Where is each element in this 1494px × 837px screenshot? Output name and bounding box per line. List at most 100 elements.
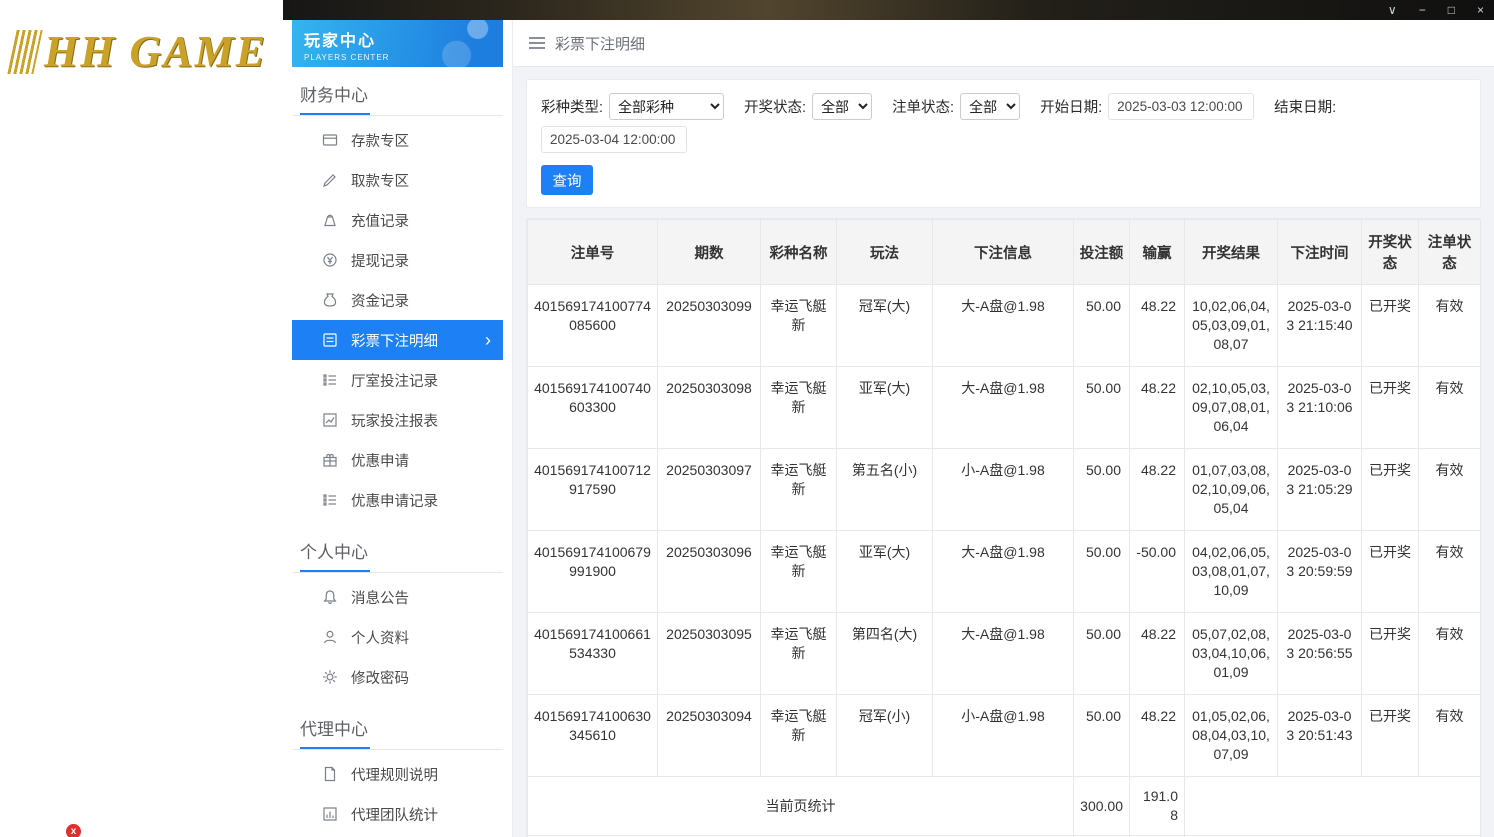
sidebar-item-promo-apply[interactable]: 优惠申请 — [292, 440, 503, 480]
sidebar-item-change-password[interactable]: 修改密码 — [292, 657, 503, 697]
table-row: 401569174100679991900 20250303096 幸运飞艇新 亚军(… — [527, 530, 1481, 613]
section-title-finance: 财务中心 — [292, 67, 503, 116]
table-cell: 幸运飞艇新 — [760, 284, 837, 367]
page-title: 彩票下注明细 — [555, 35, 646, 53]
moneybag-icon — [322, 292, 338, 308]
table-cell: 小-A盘@1.98 — [932, 694, 1074, 777]
card-icon — [322, 132, 338, 148]
column-header: 开奖状态 — [1361, 219, 1419, 285]
table-cell: 已开奖 — [1361, 448, 1419, 531]
table-row: 401569174100774085600 20250303099 幸运飞艇新 冠军(… — [527, 284, 1481, 367]
personal-menu: 消息公告个人资料修改密码 — [292, 573, 503, 701]
table-cell: 48.22 — [1129, 366, 1185, 449]
table-cell: 有效 — [1418, 694, 1481, 777]
sidebar-item-agent-team-stats[interactable]: 代理团队统计 — [292, 794, 503, 834]
table-cell: 幸运飞艇新 — [760, 530, 837, 613]
sidebar-item-label: 优惠申请 — [351, 453, 409, 470]
lottery-type-select[interactable]: 全部彩种 — [609, 93, 725, 120]
sidebar-item-withdraw-zone[interactable]: 取款专区 — [292, 160, 503, 200]
table-cell: 48.22 — [1129, 448, 1185, 531]
table-cell: 50.00 — [1073, 366, 1130, 449]
table-cell: 2025-03-03 21:05:29 — [1277, 448, 1362, 531]
start-date-input[interactable] — [1108, 93, 1255, 120]
window-titlebar: ∨ − □ × — [283, 0, 1494, 20]
table-cell: 亚军(大) — [836, 530, 933, 613]
page-body: 彩种类型: 全部彩种 开奖状态: 全部 注单状态: 全部 开始日期: 2025-… — [513, 67, 1494, 837]
rows-icon — [322, 372, 338, 388]
table-cell: 401569174100712917590 — [527, 448, 658, 531]
sidebar-item-lottery-bet-details[interactable]: 彩票下注明细 › — [292, 320, 503, 360]
sidebar-item-label: 取款专区 — [351, 173, 409, 190]
table-cell: 有效 — [1418, 530, 1481, 613]
table-cell: 50.00 — [1073, 530, 1130, 613]
sidebar-item-player-bet-report[interactable]: 玩家投注报表 — [292, 400, 503, 440]
column-header: 注单号 — [527, 219, 658, 285]
sidebar-item-label: 提现记录 — [351, 253, 409, 270]
minimize-button[interactable]: − — [1419, 4, 1426, 16]
draw-status-select[interactable]: 全部 — [812, 93, 873, 120]
error-close-icon[interactable]: x — [66, 824, 81, 837]
table-cell: 亚军(大) — [836, 366, 933, 449]
chevron-down-icon[interactable]: ∨ — [1388, 4, 1397, 16]
maximize-button[interactable]: □ — [1448, 4, 1455, 16]
summary-empty-cell — [1184, 776, 1481, 836]
table-cell: 20250303095 — [657, 612, 761, 695]
table-cell: -50.00 — [1129, 530, 1185, 613]
table-cell: 04,02,06,05,03,08,01,07,10,09 — [1184, 530, 1278, 613]
page-header: 彩票下注明细 — [513, 20, 1494, 67]
sidebar-item-messages[interactable]: 消息公告 — [292, 577, 503, 617]
table-cell: 20250303096 — [657, 530, 761, 613]
bet-status-select[interactable]: 全部 — [960, 93, 1021, 120]
logo-text: HH GAME — [44, 27, 268, 76]
sidebar-item-promo-apply-records[interactable]: 优惠申请记录 — [292, 480, 503, 520]
column-header: 玩法 — [836, 219, 933, 285]
rows-icon — [322, 492, 338, 508]
sidebar-item-deposit-zone[interactable]: 存款专区 — [292, 120, 503, 160]
app-window: HH GAME x ∨ − □ × 玩家中心 PLAYERS CENTER 财务… — [0, 0, 1494, 837]
table-cell: 50.00 — [1073, 284, 1130, 367]
table-cell: 48.22 — [1129, 694, 1185, 777]
query-button[interactable]: 查询 — [541, 165, 593, 195]
gift-icon — [322, 452, 338, 468]
table-cell: 401569174100740603300 — [527, 366, 658, 449]
table-cell: 有效 — [1418, 284, 1481, 367]
table-body: 401569174100774085600 20250303099 幸运飞艇新 冠军(… — [527, 284, 1481, 837]
sidebar-item-fund-records[interactable]: 资金记录 — [292, 280, 503, 320]
sidebar-item-hall-bet-records[interactable]: 厅室投注记录 — [292, 360, 503, 400]
table-cell: 10,02,06,04,05,03,09,01,08,07 — [1184, 284, 1278, 367]
sidebar-item-withdrawal-records[interactable]: 提现记录 — [292, 240, 503, 280]
table-cell: 2025-03-03 20:51:43 — [1277, 694, 1362, 777]
bell-icon — [322, 589, 338, 605]
money-icon — [322, 252, 338, 268]
draw-status-label: 开奖状态: — [744, 100, 807, 116]
table-cell: 20250303094 — [657, 694, 761, 777]
close-button[interactable]: × — [1477, 4, 1484, 16]
main-content: 彩票下注明细 彩种类型: 全部彩种 开奖状态: 全部 注单状态: 全部 开始日期… — [513, 20, 1494, 837]
sidebar-item-recharge-records[interactable]: 充值记录 — [292, 200, 503, 240]
gear-icon — [322, 669, 338, 685]
sidebar-item-profile[interactable]: 个人资料 — [292, 617, 503, 657]
end-date-label: 结束日期: — [1274, 100, 1337, 116]
table-cell: 小-A盘@1.98 — [932, 448, 1074, 531]
finance-menu: 存款专区 取款专区 充值记录 提现记录 资金记录 彩票下注明细 › 厅室投注记录 玩家投注报表优… — [292, 116, 503, 524]
section-title-agent: 代理中心 — [292, 701, 503, 750]
stats-icon — [322, 806, 338, 822]
table-cell: 冠军(大) — [836, 284, 933, 367]
table-cell: 401569174100630345610 — [527, 694, 658, 777]
end-date-input[interactable] — [541, 126, 687, 153]
table-cell: 48.22 — [1129, 612, 1185, 695]
sidebar-item-label: 代理规则说明 — [351, 767, 438, 784]
column-header: 期数 — [657, 219, 761, 285]
pen-icon — [322, 172, 338, 188]
report-icon — [322, 412, 338, 428]
table-cell: 01,05,02,06,08,04,03,10,07,09 — [1184, 694, 1278, 777]
list-icon — [322, 332, 338, 348]
table-cell: 大-A盘@1.98 — [932, 612, 1074, 695]
hamburger-menu-icon[interactable] — [529, 37, 545, 49]
sidebar-item-agent-rules[interactable]: 代理规则说明 — [292, 754, 503, 794]
filter-panel: 彩种类型: 全部彩种 开奖状态: 全部 注单状态: 全部 开始日期: 2025-… — [526, 79, 1481, 208]
sidebar-item-label: 充值记录 — [351, 213, 409, 230]
left-brand-panel: HH GAME x — [0, 0, 283, 837]
sidebar-item-label: 个人资料 — [351, 630, 409, 647]
players-center-subtitle: PLAYERS CENTER — [304, 53, 390, 62]
